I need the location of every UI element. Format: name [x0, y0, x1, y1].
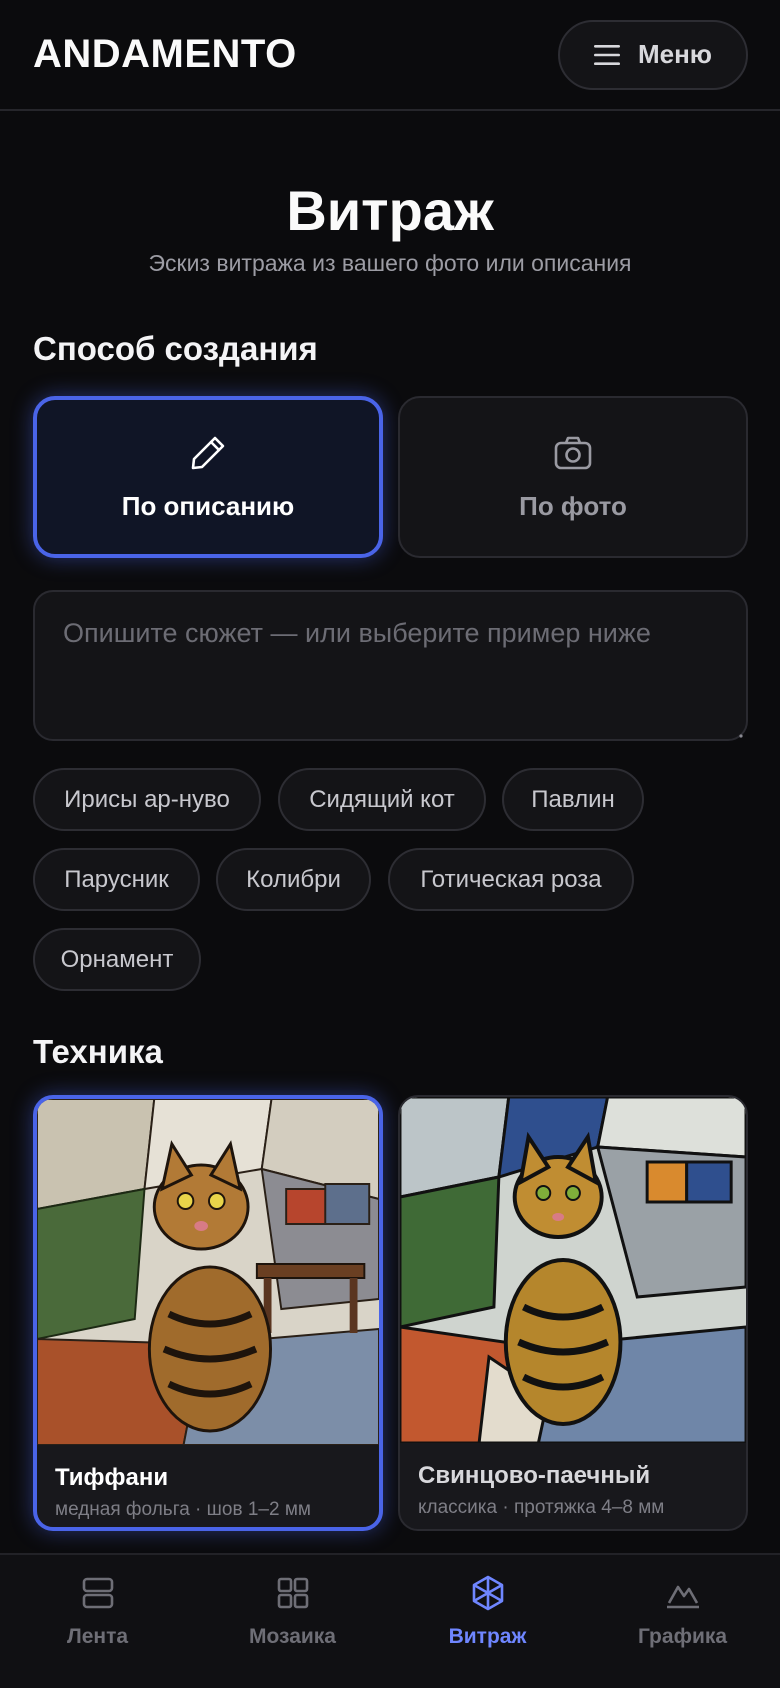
mode-by-description[interactable]: По описанию — [33, 396, 383, 558]
example-chip[interactable]: Сидящий кот — [278, 768, 486, 831]
example-chip[interactable]: Готическая роза — [388, 848, 634, 911]
technique-card-lead[interactable]: Свинцово-паечный классика · протяжка 4–8… — [398, 1095, 748, 1531]
tiffany-cat-image — [37, 1099, 379, 1445]
description-input[interactable]: Опишите сюжет — или выберите пример ниже — [33, 590, 748, 741]
page-subtitle: Эскиз витража из вашего фото или описани… — [148, 250, 632, 276]
technique-name: Свинцово-паечный — [418, 1462, 651, 1489]
technique-detail: классика · протяжка 4–8 мм — [418, 1497, 665, 1518]
example-chip[interactable]: Колибри — [216, 848, 371, 911]
example-chip[interactable]: Ирисы ар-нуво — [33, 768, 261, 831]
creation-heading: Способ создания — [33, 330, 318, 367]
example-chip[interactable]: Павлин — [502, 768, 644, 831]
nav-label: Лента — [66, 1625, 129, 1648]
menu-label: Меню — [637, 39, 713, 69]
camera-icon — [554, 436, 592, 469]
top-bar: ANDAMENTO Меню — [0, 0, 780, 111]
nav-item-feed[interactable]: Лента — [0, 1555, 195, 1688]
menu-button[interactable]: Меню — [558, 19, 748, 90]
nav-label: Витраж — [448, 1625, 527, 1648]
mountains-icon — [666, 1585, 699, 1609]
lead-cat-image — [400, 1097, 746, 1443]
description-placeholder: Опишите сюжет — или выберите пример ниже — [63, 618, 651, 648]
mode-by-photo[interactable]: По фото — [398, 396, 748, 558]
stained-glass-icon — [472, 1575, 503, 1611]
hamburger-icon — [593, 44, 620, 65]
nav-label: Графика — [637, 1625, 728, 1648]
mode-label: По фото — [519, 490, 627, 521]
app-logo[interactable]: ANDAMENTO — [33, 32, 297, 77]
feed-icon — [82, 1577, 113, 1609]
mode-label: По описанию — [121, 490, 295, 521]
example-chip[interactable]: Орнамент — [33, 928, 201, 991]
technique-heading: Техника — [33, 1033, 163, 1070]
grid-icon — [277, 1577, 308, 1609]
technique-detail: медная фольга · шов 1–2 мм — [55, 1499, 311, 1520]
bottom-nav: Лента Мозаика Витраж Графика — [0, 1553, 780, 1688]
page-title: Витраж — [286, 179, 494, 242]
technique-name: Тиффани — [55, 1464, 169, 1491]
nav-item-graphics[interactable]: Графика — [585, 1555, 780, 1688]
nav-item-mosaic[interactable]: Мозаика — [195, 1555, 390, 1688]
pencil-icon — [191, 436, 225, 469]
nav-label: Мозаика — [249, 1625, 336, 1648]
nav-item-stained-glass[interactable]: Витраж — [390, 1555, 585, 1688]
resize-handle-icon[interactable] — [738, 733, 744, 739]
technique-card-tiffany[interactable]: Тиффани медная фольга · шов 1–2 мм — [33, 1095, 383, 1531]
example-chip[interactable]: Парусник — [33, 848, 200, 911]
